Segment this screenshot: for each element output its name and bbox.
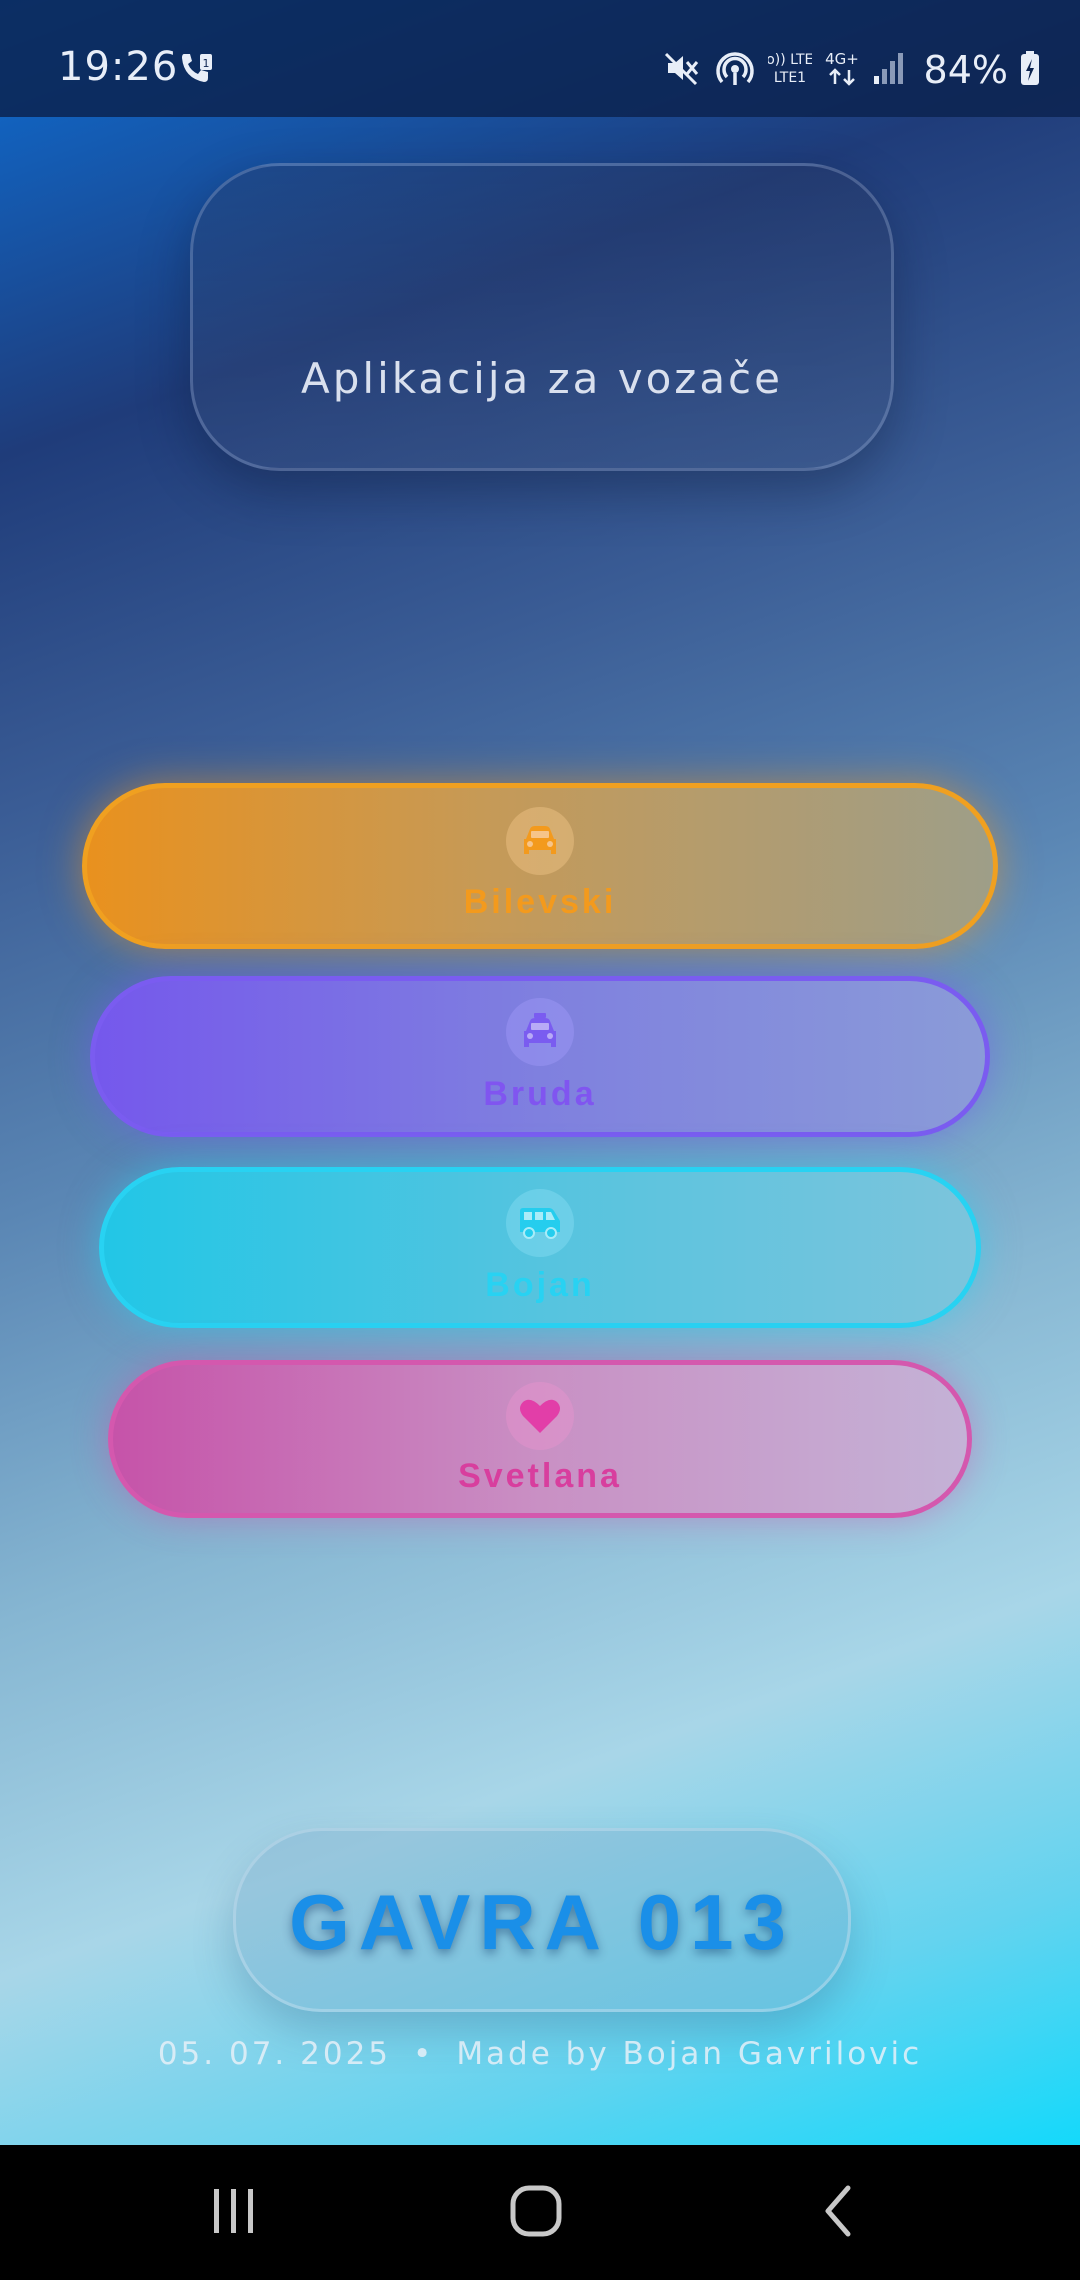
back-icon (818, 2183, 858, 2243)
driver-name: Bruda (483, 1075, 597, 1113)
car-icon (506, 807, 574, 875)
footer-credit: Made by Bojan Gavrilovic (456, 2036, 923, 2072)
recent-apps-button[interactable] (184, 2175, 284, 2251)
home-button[interactable] (486, 2175, 586, 2251)
app-screen: 19:26 1 Vo)) LTE1 LTE1 4G+ 84% (0, 0, 1080, 2145)
van-icon (506, 1189, 574, 1257)
svg-text:LTE1: LTE1 (773, 70, 805, 86)
app-subtitle: Aplikacija za vozače (301, 354, 783, 403)
volte-icon: Vo)) LTE1 LTE1 (757, 48, 822, 92)
signal-icon (872, 50, 906, 90)
navigation-bar (0, 2145, 1080, 2280)
home-icon (508, 2183, 564, 2243)
brand-badge: GAVRA 013 (233, 1828, 851, 2012)
footer-separator: • (413, 2036, 435, 2072)
svg-text:4G+: 4G+ (825, 50, 859, 68)
footer-date: 05. 07. 2025 (157, 2036, 392, 2072)
driver-name: Bojan (485, 1266, 595, 1304)
footer: 05. 07. 2025 • Made by Bojan Gavrilovic (0, 2036, 1080, 2072)
driver-button-bruda[interactable]: Bruda (90, 976, 990, 1137)
call-sim-icon: 1 (178, 50, 214, 86)
driver-button-svetlana[interactable]: Svetlana (108, 1360, 972, 1518)
recent-apps-icon (208, 2185, 260, 2241)
taxi-icon (506, 998, 574, 1066)
driver-name: Bilevski (463, 883, 617, 921)
heart-icon (506, 1382, 574, 1450)
status-time: 19:26 (58, 44, 179, 90)
driver-button-bilevski[interactable]: Bilevski (82, 783, 998, 949)
svg-text:Vo)) LTE1: Vo)) LTE1 (768, 52, 812, 68)
battery-percent: 84% (923, 48, 1008, 92)
driver-name: Svetlana (458, 1457, 622, 1495)
title-card: Aplikacija za vozače (190, 163, 894, 471)
4g-data-icon: 4G+ (824, 48, 860, 92)
driver-button-bojan[interactable]: Bojan (99, 1167, 981, 1328)
mute-icon (662, 48, 702, 92)
status-icons: Vo)) LTE1 LTE1 4G+ 84% (662, 40, 1040, 100)
hotspot-icon (714, 47, 756, 93)
back-button[interactable] (788, 2175, 888, 2251)
brand-title: GAVRA 013 (289, 1878, 795, 1966)
battery-charging-icon (1020, 50, 1040, 90)
svg-text:1: 1 (203, 57, 210, 70)
status-bar: 19:26 1 Vo)) LTE1 LTE1 4G+ 84% (0, 0, 1080, 117)
